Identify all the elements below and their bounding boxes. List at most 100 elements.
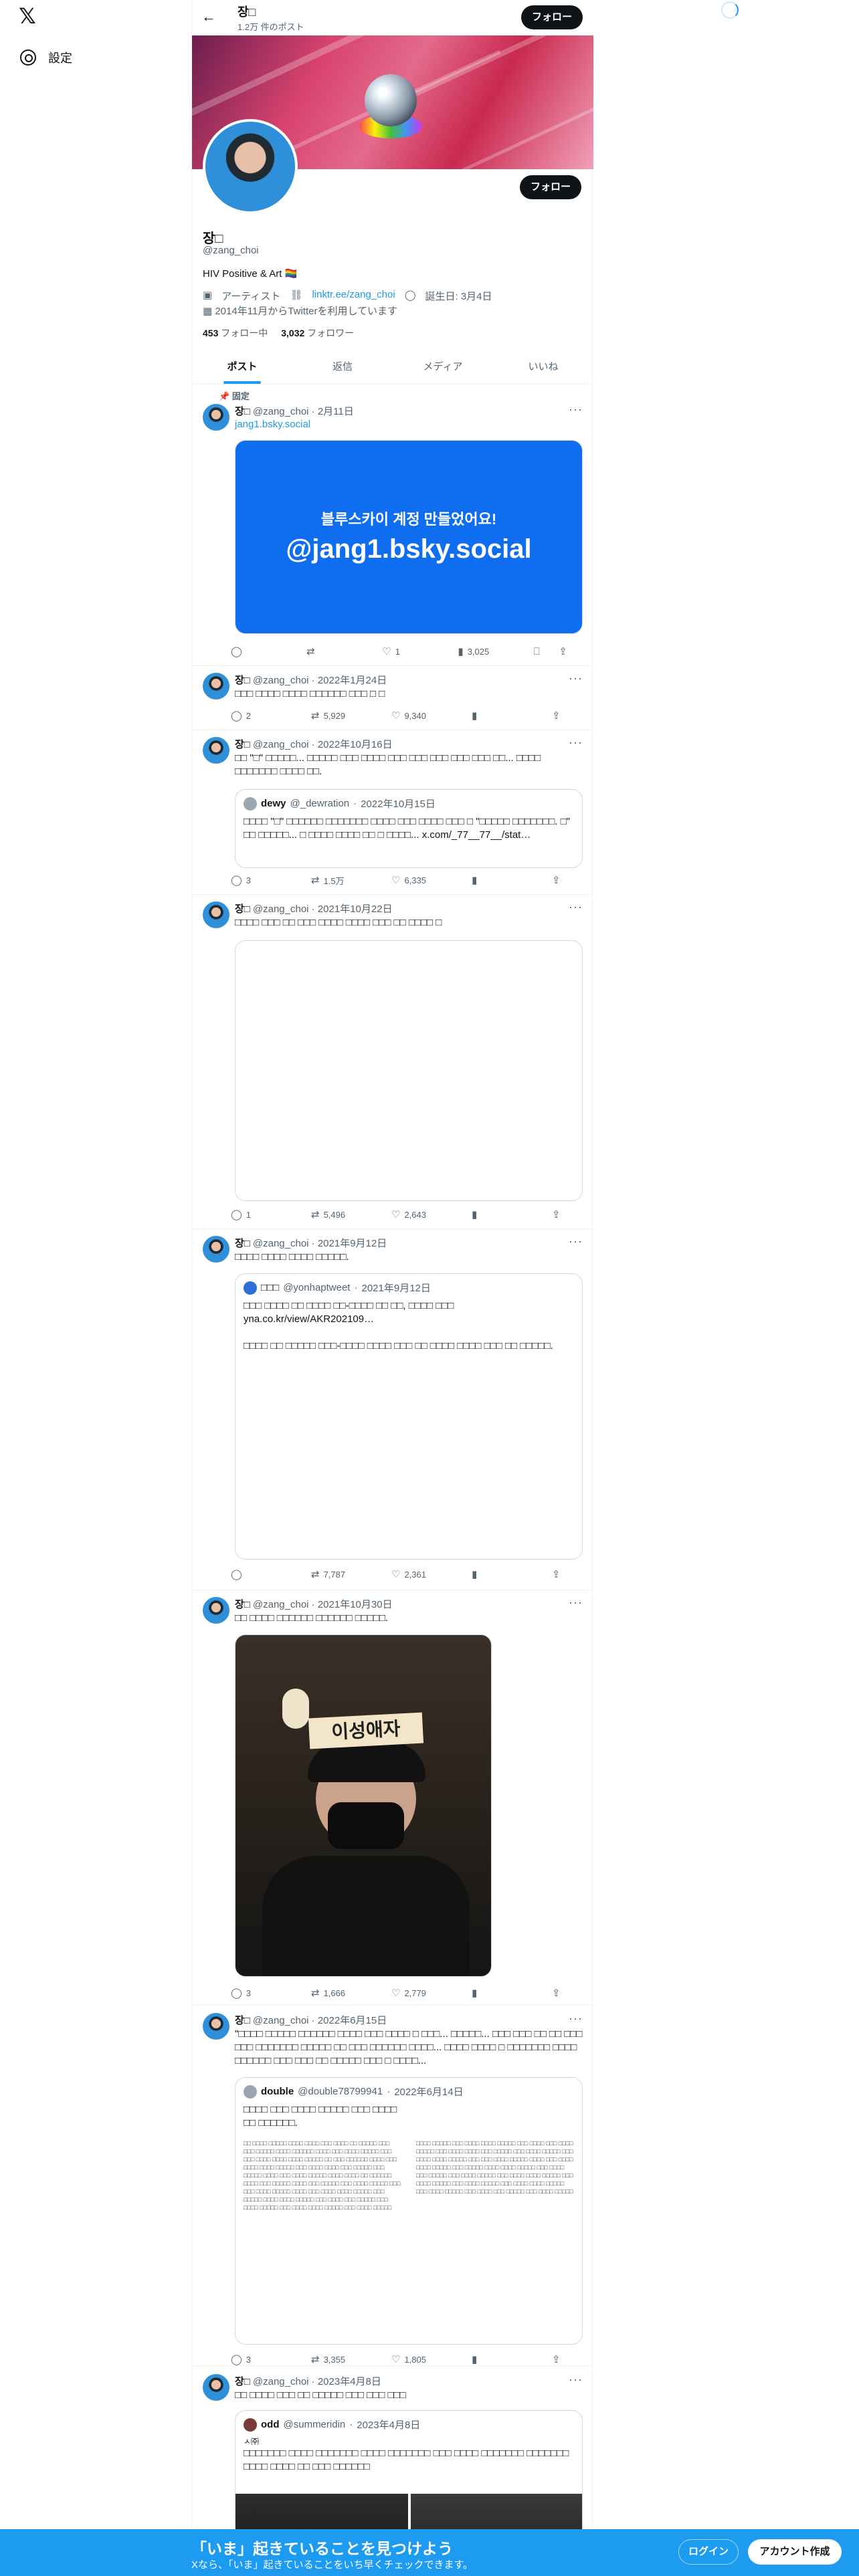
views-button[interactable]: ▮ xyxy=(472,1986,552,2000)
avatar[interactable] xyxy=(203,1236,229,1263)
tab-replies[interactable]: 返信 xyxy=(292,349,393,384)
tweet-media-placeholder[interactable] xyxy=(235,940,583,1201)
gear-icon xyxy=(20,49,36,66)
tweet[interactable]: 장□ @zang_choi · 2022年1月24日 ··· □□□ □□□□ □… xyxy=(192,666,593,730)
profile-avatar[interactable] xyxy=(203,119,298,214)
tweet[interactable]: 장□ @zang_choi · 2021年10月30日 ··· □□ □□□□ □… xyxy=(192,1590,593,2005)
avatar[interactable] xyxy=(203,1597,229,1624)
quote-link[interactable]: yna.co.kr/view/AKR202109… xyxy=(244,1313,573,1326)
reply-button[interactable]: ◯ xyxy=(231,645,306,658)
like-button[interactable]: ♡ 2,643 xyxy=(391,1208,472,1221)
share-button[interactable]: ⇪ xyxy=(552,2353,579,2366)
tweet[interactable]: 📌 固定 장□ @zang_choi · 2月11日 ··· jang1.bsky… xyxy=(192,385,593,666)
avatar[interactable] xyxy=(203,901,229,928)
avatar[interactable] xyxy=(203,737,229,764)
tweet-actions: ◯ 1 ⇄ 5,496 ♡ 2,643 ▮ ⇪ xyxy=(231,1208,584,1221)
views-icon: ▮ xyxy=(472,710,478,722)
more-icon[interactable]: ··· xyxy=(569,671,583,685)
reply-button[interactable]: ◯ xyxy=(231,1568,311,1581)
more-icon[interactable]: ··· xyxy=(569,2012,583,2026)
back-arrow-icon[interactable]: ← xyxy=(201,8,216,25)
avatar[interactable] xyxy=(203,673,229,700)
followers-link[interactable]: 3,032 フォロワー xyxy=(281,326,354,340)
views-button[interactable]: ▮ xyxy=(472,709,552,722)
more-icon[interactable]: ··· xyxy=(569,1596,583,1610)
x-logo-icon[interactable]: 𝕏 xyxy=(19,5,40,27)
share-button[interactable]: ⇪ xyxy=(552,1208,579,1221)
header-name: 장□ xyxy=(237,5,256,19)
more-icon[interactable]: ··· xyxy=(569,1235,583,1249)
reply-button[interactable]: ◯ 1 xyxy=(231,1208,311,1221)
retweet-button[interactable]: ⇄ 1.5万 xyxy=(311,873,391,887)
retweet-button[interactable]: ⇄ 5,929 xyxy=(311,709,391,722)
retweet-button[interactable]: ⇄ 1,666 xyxy=(311,1986,391,2000)
more-icon[interactable]: ··· xyxy=(569,900,583,914)
retweet-button[interactable]: ⇄ 5,496 xyxy=(311,1208,391,1221)
tweet-text: □□□ □□□□ □□□□ □□□□□□ □□□ □ □ xyxy=(235,688,385,700)
tweet-actions: ◯ 3 ⇄ 1.5万 ♡ 6,335 ▮ ⇪ xyxy=(231,873,584,887)
views-button[interactable]: ▮ xyxy=(472,873,552,887)
reply-button[interactable]: ◯ 3 xyxy=(231,1986,311,2000)
reply-button[interactable]: ◯ 3 xyxy=(231,2353,311,2366)
avatar[interactable] xyxy=(203,2013,229,2040)
tab-likes[interactable]: いいね xyxy=(493,349,593,384)
quoted-tweet[interactable]: double @double78799941 · 2022年6月14日 □□□□ … xyxy=(235,2077,583,2345)
quoted-tweet[interactable]: □□□ @yonhaptweet · 2021年9月12日 □□□ □□□□ □□… xyxy=(235,1273,583,1560)
profile-follow-button[interactable]: フォロー xyxy=(520,175,581,199)
retweet-button[interactable]: ⇄ 3,355 xyxy=(311,2353,391,2366)
avatar[interactable] xyxy=(203,2374,229,2401)
tweet[interactable]: 장□ @zang_choi · 2021年9月12日 ··· □□□□ □□□□ … xyxy=(192,1229,593,1590)
views-button[interactable]: ▮ xyxy=(472,1568,552,1581)
profile-link[interactable]: linktr.ee/zang_choi xyxy=(312,289,395,303)
profile-follow-stats: 453 フォロー中 3,032 フォロワー xyxy=(203,326,354,340)
like-button[interactable]: ♡ 9,340 xyxy=(391,709,472,722)
retweet-button[interactable]: ⇄ 7,787 xyxy=(311,1568,391,1581)
following-link[interactable]: 453 フォロー中 xyxy=(203,326,268,340)
retweet-icon: ⇄ xyxy=(311,2354,320,2365)
share-button[interactable]: ⇪ xyxy=(552,709,579,722)
tweet-photo[interactable]: 이성애자 xyxy=(235,1634,492,1977)
avatar xyxy=(244,1281,257,1295)
reply-button[interactable]: ◯ 2 xyxy=(231,709,311,722)
views-button[interactable]: ▮ xyxy=(472,2353,552,2366)
retweet-button[interactable]: ⇄ xyxy=(306,645,382,658)
like-button[interactable]: ♡ 1 xyxy=(382,645,458,658)
tweet[interactable]: 장□ @zang_choi · 2021年10月22日 ··· □□□□ □□□ … xyxy=(192,895,593,1229)
tab-media[interactable]: メディア xyxy=(393,349,493,384)
more-icon[interactable]: ··· xyxy=(569,736,583,750)
tweet[interactable]: 장□ @zang_choi · 2022年6月15日 ··· "□□□□ □□□□… xyxy=(192,2005,593,2366)
quote-document-image[interactable]: □□ □□□□ □□□□□ □□□□ □□□□ □□□ □□□□ □□ □□□□… xyxy=(244,2139,575,2344)
login-button[interactable]: ログイン xyxy=(678,2539,739,2565)
share-button[interactable]: ⇪ xyxy=(552,1986,579,2000)
share-button[interactable]: ⇪ xyxy=(552,873,579,887)
bookmark-button[interactable]: ⎕ xyxy=(534,645,559,658)
share-icon: ⇪ xyxy=(552,1569,561,1580)
like-button[interactable]: ♡ 2,779 xyxy=(391,1986,472,2000)
like-button[interactable]: ♡ 2,361 xyxy=(391,1568,472,1581)
like-button[interactable]: ♡ 6,335 xyxy=(391,873,472,887)
heart-icon: ♡ xyxy=(391,1988,401,1999)
quote-text: □□□□ □□□ □□□□ □□□□□ □□□ □□□□ □□ □□□□□□. xyxy=(244,2104,397,2129)
nav-settings[interactable]: 設定 xyxy=(20,47,72,68)
share-button[interactable]: ⇪ xyxy=(559,645,584,658)
tab-posts[interactable]: ポスト xyxy=(192,349,292,384)
tweet-link[interactable]: jang1.bsky.social xyxy=(235,419,310,430)
more-icon[interactable]: ··· xyxy=(569,403,583,417)
quoted-tweet[interactable]: dewy @_dewration · 2022年10月15日 □□□□ "□" □… xyxy=(235,789,583,868)
tweet[interactable]: 장□ @zang_choi · 2022年10月16日 ··· □□ "□" □□… xyxy=(192,730,593,895)
share-button[interactable]: ⇪ xyxy=(552,1568,579,1581)
avatar[interactable] xyxy=(203,404,229,431)
share-icon: ⇪ xyxy=(559,646,567,657)
views-button[interactable]: ▮ xyxy=(472,1208,552,1221)
like-button[interactable]: ♡ 1,805 xyxy=(391,2353,472,2366)
heart-icon: ♡ xyxy=(391,1569,401,1580)
header-follow-button[interactable]: フォロー xyxy=(521,5,583,29)
tweet-image[interactable]: 블루스카이 계정 만들었어요! @jang1.bsky.social xyxy=(235,440,583,634)
reply-button[interactable]: ◯ 3 xyxy=(231,873,311,887)
more-icon[interactable]: ··· xyxy=(569,2373,583,2387)
tweet-actions: ◯ ⇄ ♡ 1 ▮ 3,025 ⎕ ⇪ xyxy=(231,645,584,658)
quote-text-2: □□□□ □□ □□□□□ □□□-□□□□ □□□□ □□□ □□ □□□□ … xyxy=(244,1340,553,1352)
retweet-icon: ⇄ xyxy=(311,1569,320,1580)
signup-button[interactable]: アカウント作成 xyxy=(748,2539,842,2565)
views-button[interactable]: ▮ 3,025 xyxy=(458,645,533,658)
